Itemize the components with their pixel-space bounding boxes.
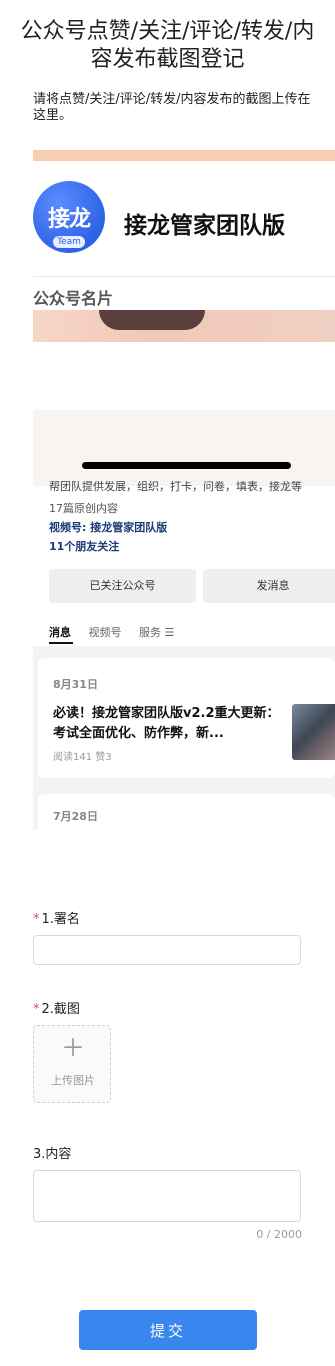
field-label-screenshot: * 2.截图	[33, 998, 80, 1017]
signature-input[interactable]	[33, 935, 301, 965]
follow-button: 已关注公众号	[49, 569, 196, 603]
post-meta: 阅读141 赞3	[53, 752, 112, 763]
post-title: 必读！接龙管家团队版v2.2重大更新：考试全面优化、防作弊，新...	[53, 706, 280, 741]
original-count: 17篇原创内容	[49, 502, 118, 515]
logo-badge: Team	[53, 236, 85, 248]
tab-video: 视频号	[88, 626, 122, 639]
divider	[33, 276, 335, 277]
friends-following: 11个朋友关注	[49, 540, 120, 553]
post-card: 7月28日	[38, 794, 335, 830]
post-date: 7月28日	[53, 810, 98, 823]
plus-icon: ＋	[61, 1034, 85, 1062]
phone-bottom-area	[33, 410, 335, 486]
field-number: 2.	[41, 1002, 54, 1017]
submit-button[interactable]: 提交	[79, 1310, 257, 1350]
profile-photo	[33, 310, 335, 342]
brand-logo: 接龙 Team	[33, 181, 105, 253]
page-title: 公众号点赞/关注/评论/转发/内容发布截图登记	[20, 19, 315, 72]
field-label-signature: * 1.署名	[33, 908, 80, 927]
field-label-content: 3.内容	[33, 1143, 71, 1162]
card-label: 公众号名片	[33, 289, 114, 308]
page-description: 请将点赞/关注/评论/转发/内容发布的截图上传在这里。	[33, 92, 311, 123]
post-card: 8月31日 必读！接龙管家团队版v2.2重大更新：考试全面优化、防作弊，新...…	[38, 658, 335, 778]
home-indicator	[82, 462, 291, 469]
post-date: 8月31日	[53, 678, 98, 691]
required-mark: *	[33, 912, 40, 927]
post-thumbnail	[292, 704, 335, 760]
logo-text: 接龙	[47, 207, 91, 232]
field-label-text: 内容	[45, 1147, 72, 1162]
example-screenshot: 接龙 Team 接龙管家团队版 公众号名片 帮团队提供发展，组织，打卡，问卷，填…	[33, 148, 335, 830]
photo-gap	[33, 342, 335, 410]
video-account: 视频号: 接龙管家团队版	[49, 521, 168, 534]
field-number: 1.	[41, 912, 54, 927]
tab-messages: 消息	[49, 626, 71, 639]
field-label-text: 署名	[53, 912, 80, 927]
upload-image-button[interactable]: ＋ 上传图片	[33, 1025, 111, 1103]
photo-detail	[99, 310, 205, 330]
field-number: 3.	[33, 1147, 46, 1162]
tab-indicator	[49, 642, 73, 644]
decorative-bar	[33, 150, 335, 161]
char-counter: 0 / 2000	[256, 1228, 302, 1241]
post-feed: 8月31日 必读！接龙管家团队版v2.2重大更新：考试全面优化、防作弊，新...…	[33, 646, 335, 830]
account-tabs: 消息 视频号 服务 ☰	[49, 624, 188, 640]
upload-label: 上传图片	[51, 1074, 95, 1087]
brand-name: 接龙管家团队版	[124, 213, 285, 239]
message-button: 发消息	[203, 569, 335, 603]
account-intro: 帮团队提供发展，组织，打卡，问卷，填表，接龙等	[49, 481, 302, 493]
content-textarea[interactable]	[33, 1170, 301, 1222]
required-mark: *	[33, 1002, 40, 1017]
field-label-text: 截图	[53, 1002, 80, 1017]
tab-service: 服务 ☰	[139, 626, 175, 639]
